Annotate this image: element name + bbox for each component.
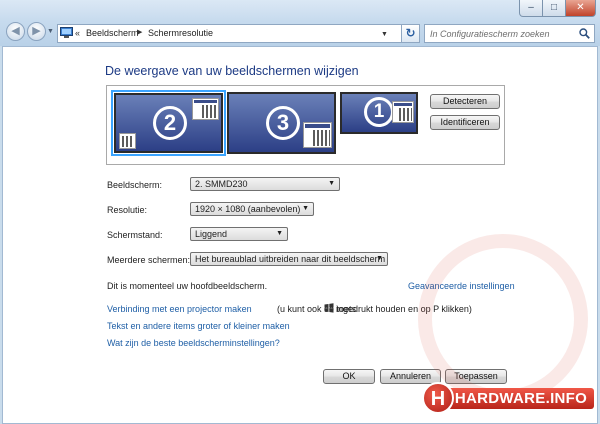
- forward-button[interactable]: ▶: [27, 22, 46, 41]
- window-titlebar: – □ ✕ ◀ ▶ ▼ « Beeldscherm ▶ Schermresolu…: [0, 0, 600, 46]
- monitor-number: 3: [266, 106, 300, 140]
- orientation-label: Schermstand:: [107, 230, 163, 240]
- text-size-link[interactable]: Tekst en andere items groter of kleiner …: [107, 321, 290, 331]
- breadcrumb-schermresolutie[interactable]: Schermresolutie: [148, 28, 213, 38]
- page-title: De weergave van uw beeldschermen wijzige…: [105, 64, 359, 78]
- chevron-down-icon: ▼: [328, 180, 335, 187]
- close-button[interactable]: ✕: [566, 0, 596, 17]
- refresh-button[interactable]: ↻: [401, 24, 420, 43]
- windows-logo-icon: [324, 303, 334, 313]
- main-display-status: Dit is momenteel uw hoofdbeeldscherm.: [107, 281, 268, 291]
- monitor-arrangement-panel[interactable]: 2 3 1 Detecteren Identificeren: [106, 85, 505, 165]
- ok-button[interactable]: OK: [323, 369, 375, 384]
- monitor-preview-icon: [192, 98, 219, 120]
- address-overflow-chevron[interactable]: «: [75, 28, 80, 38]
- recent-pages-dropdown[interactable]: ▼: [47, 28, 54, 35]
- breadcrumb-separator-icon[interactable]: ▶: [137, 28, 142, 36]
- maximize-button[interactable]: □: [543, 0, 566, 17]
- watermark-logo: HARDWARE.INFO H: [422, 382, 594, 414]
- screen-select[interactable]: 2. SMMD230 ▼: [190, 177, 340, 191]
- orientation-select[interactable]: Liggend ▼: [190, 227, 288, 241]
- monitor-preview-icon: [303, 122, 332, 148]
- orientation-select-value: Liggend: [195, 229, 228, 239]
- taskbar-preview-icon: [119, 133, 136, 149]
- forward-arrow-icon: ▶: [32, 25, 41, 37]
- watermark-circle: [418, 234, 588, 404]
- resolution-select-value: 1920 × 1080 (aanbevolen): [195, 204, 301, 214]
- multiple-displays-select-value: Het bureaublad uitbreiden naar dit beeld…: [195, 254, 386, 264]
- multiple-displays-label: Meerdere schermen:: [107, 255, 191, 265]
- monitor-number: 1: [364, 97, 394, 127]
- monitor-preview-icon: [392, 101, 414, 123]
- connect-projector-link[interactable]: Verbinding met een projector maken: [107, 304, 252, 314]
- monitor-number: 2: [153, 106, 187, 140]
- identify-button[interactable]: Identificeren: [430, 115, 500, 130]
- best-settings-link[interactable]: Wat zijn de beste beeldscherminstellinge…: [107, 338, 280, 348]
- screen-label: Beeldscherm:: [107, 180, 163, 190]
- monitor-2[interactable]: 2: [111, 90, 226, 156]
- watermark-text: HARDWARE.INFO: [448, 388, 594, 409]
- minimize-button[interactable]: –: [519, 0, 543, 17]
- monitor-3[interactable]: 3: [227, 92, 336, 154]
- back-arrow-icon: ◀: [11, 25, 20, 37]
- address-bar[interactable]: « Beeldscherm ▶ Schermresolutie: [57, 24, 420, 43]
- watermark-h-icon: H: [422, 382, 454, 414]
- search-icon[interactable]: [579, 28, 590, 39]
- screen-select-value: 2. SMMD230: [195, 179, 248, 189]
- chevron-down-icon: ▼: [376, 255, 383, 262]
- control-panel-icon: [60, 27, 73, 38]
- detect-button[interactable]: Detecteren: [430, 94, 500, 109]
- resolution-label: Resolutie:: [107, 205, 148, 215]
- multiple-displays-select[interactable]: Het bureaublad uitbreiden naar dit beeld…: [190, 252, 388, 266]
- search-input[interactable]: [425, 25, 575, 42]
- breadcrumb-beeldscherm[interactable]: Beeldscherm: [86, 28, 139, 38]
- refresh-icon: ↻: [405, 26, 416, 40]
- address-dropdown-icon[interactable]: ▼: [381, 31, 388, 38]
- chevron-down-icon: ▼: [302, 205, 309, 212]
- monitor-1[interactable]: 1: [340, 92, 418, 134]
- back-button[interactable]: ◀: [6, 22, 25, 41]
- resolution-select[interactable]: 1920 × 1080 (aanbevolen) ▼: [190, 202, 314, 216]
- chevron-down-icon: ▼: [276, 230, 283, 237]
- search-box[interactable]: [424, 24, 595, 43]
